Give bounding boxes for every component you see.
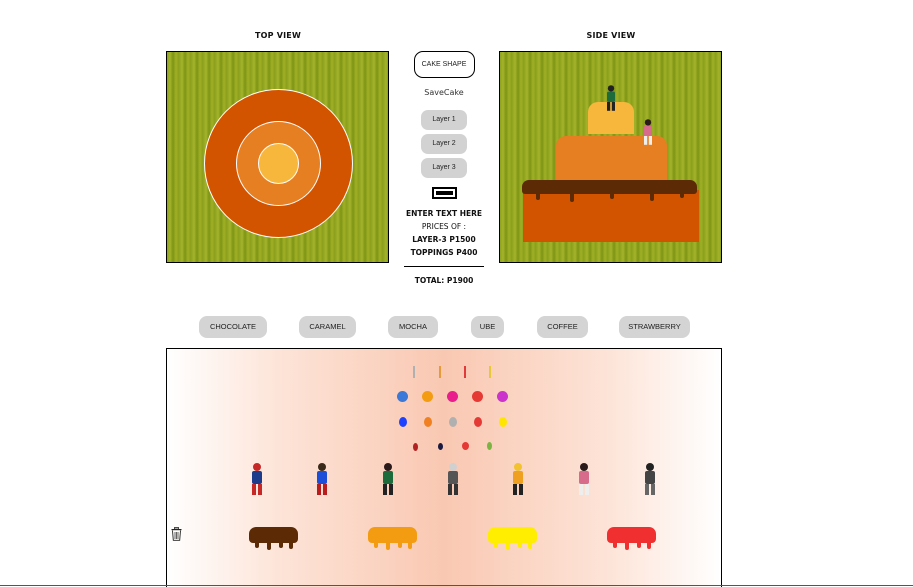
fruit-topping[interactable]	[462, 442, 469, 450]
total-divider	[404, 266, 484, 267]
fruit-topping[interactable]	[487, 442, 492, 450]
layer-2-button[interactable]: Layer 2	[421, 134, 467, 154]
lemon-drip[interactable]	[488, 527, 537, 550]
gem-topping[interactable]	[499, 417, 507, 427]
candle-topping[interactable]	[439, 366, 441, 378]
side-drip-strand	[650, 192, 654, 201]
gem-topping[interactable]	[474, 417, 482, 427]
prices-of-label: PRICES OF :	[421, 222, 467, 231]
flavor-chocolate-button[interactable]: CHOCOLATE	[199, 316, 267, 338]
gem-topping[interactable]	[449, 417, 457, 427]
flower-topping[interactable]	[447, 391, 458, 402]
top-view-canvas[interactable]	[166, 51, 389, 263]
layer-3-ring	[258, 143, 299, 184]
enter-text-field[interactable]: ENTER TEXT HERE	[400, 207, 488, 220]
side-drip-strand	[680, 192, 684, 198]
layer-3-button[interactable]: Layer 3	[421, 158, 467, 178]
zenitsu-figure[interactable]	[510, 463, 526, 495]
toppings-palette	[166, 348, 722, 587]
zenitsu-hashira-figure[interactable]	[445, 463, 461, 495]
color-swatch-fill	[435, 191, 453, 195]
cake-shape-button[interactable]: CAKE SHAPE	[413, 51, 475, 78]
fruit-topping[interactable]	[438, 443, 443, 450]
flavor-coffee-button[interactable]: COFFEE	[537, 316, 588, 338]
gem-topping[interactable]	[399, 417, 407, 427]
tanjiro-figure[interactable]	[380, 463, 396, 495]
flower-topping[interactable]	[397, 391, 408, 402]
side-drip-strand	[536, 192, 540, 200]
page-bottom-rule	[0, 585, 913, 586]
top-view-title: TOP VIEW	[255, 31, 301, 40]
nezuko-figure[interactable]	[576, 463, 592, 495]
side-drip-strand	[570, 192, 574, 202]
layer-1-button[interactable]: Layer 1	[421, 110, 467, 130]
cake-side-figure[interactable]	[642, 119, 655, 145]
controls-panel: CAKE SHAPE SaveCake Layer 1 Layer 2 Laye…	[400, 51, 488, 287]
flower-topping[interactable]	[422, 391, 433, 402]
flavor-caramel-button[interactable]: CARAMEL	[299, 316, 356, 338]
toppings-price-label: TOPPINGS P400	[410, 248, 478, 257]
total-label: TOTAL: P1900	[414, 276, 474, 285]
text-color-picker[interactable]	[431, 187, 457, 199]
flower-topping[interactable]	[497, 391, 508, 402]
layer-price-label: LAYER-3 P1500	[412, 235, 476, 244]
fruit-topping[interactable]	[413, 443, 418, 451]
candle-topping[interactable]	[464, 366, 466, 378]
ninja-figure[interactable]	[642, 463, 658, 495]
caramel-drip[interactable]	[368, 527, 417, 550]
strawberry-drip[interactable]	[607, 527, 656, 550]
chocolate-drip[interactable]	[249, 527, 298, 550]
flavor-strawberry-button[interactable]: STRAWBERRY	[619, 316, 690, 338]
trash-icon[interactable]	[171, 527, 182, 541]
side-view-title: SIDE VIEW	[586, 31, 636, 40]
candle-topping[interactable]	[413, 366, 415, 378]
side-drip-strand	[610, 192, 614, 199]
flower-topping[interactable]	[472, 391, 483, 402]
superman-figure[interactable]	[314, 463, 330, 495]
spiderman-figure[interactable]	[249, 463, 265, 495]
cake-topper-figure[interactable]	[605, 85, 618, 111]
side-view-canvas[interactable]	[499, 51, 722, 263]
gem-topping[interactable]	[424, 417, 432, 427]
flavor-mocha-button[interactable]: MOCHA	[388, 316, 438, 338]
flavor-ube-button[interactable]: UBE	[471, 316, 504, 338]
save-cake-link[interactable]: SaveCake	[400, 88, 488, 97]
candle-topping[interactable]	[489, 366, 491, 378]
